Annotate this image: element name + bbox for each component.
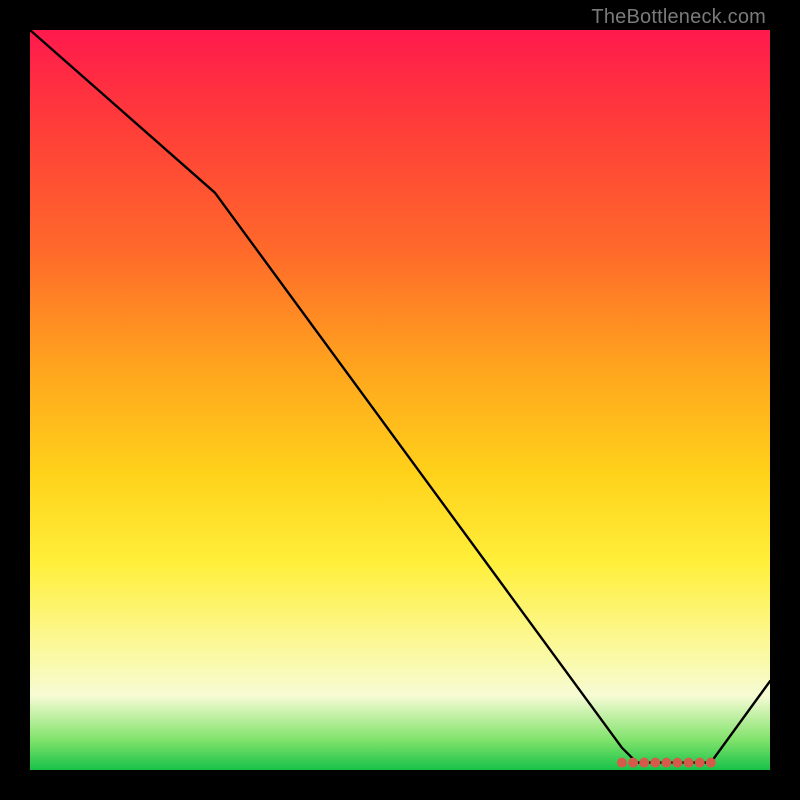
chart-overlay [30, 30, 770, 770]
flat-marker [695, 758, 705, 768]
flat-marker [684, 758, 694, 768]
flat-marker [706, 758, 716, 768]
flat-marker [639, 758, 649, 768]
chart-frame: TheBottleneck.com [0, 0, 800, 800]
flat-segment-markers [617, 758, 716, 768]
flat-marker [628, 758, 638, 768]
flat-marker [617, 758, 627, 768]
flat-marker [661, 758, 671, 768]
flat-marker [650, 758, 660, 768]
chart-line [30, 30, 770, 763]
watermark-text: TheBottleneck.com [591, 6, 766, 29]
flat-marker [673, 758, 683, 768]
